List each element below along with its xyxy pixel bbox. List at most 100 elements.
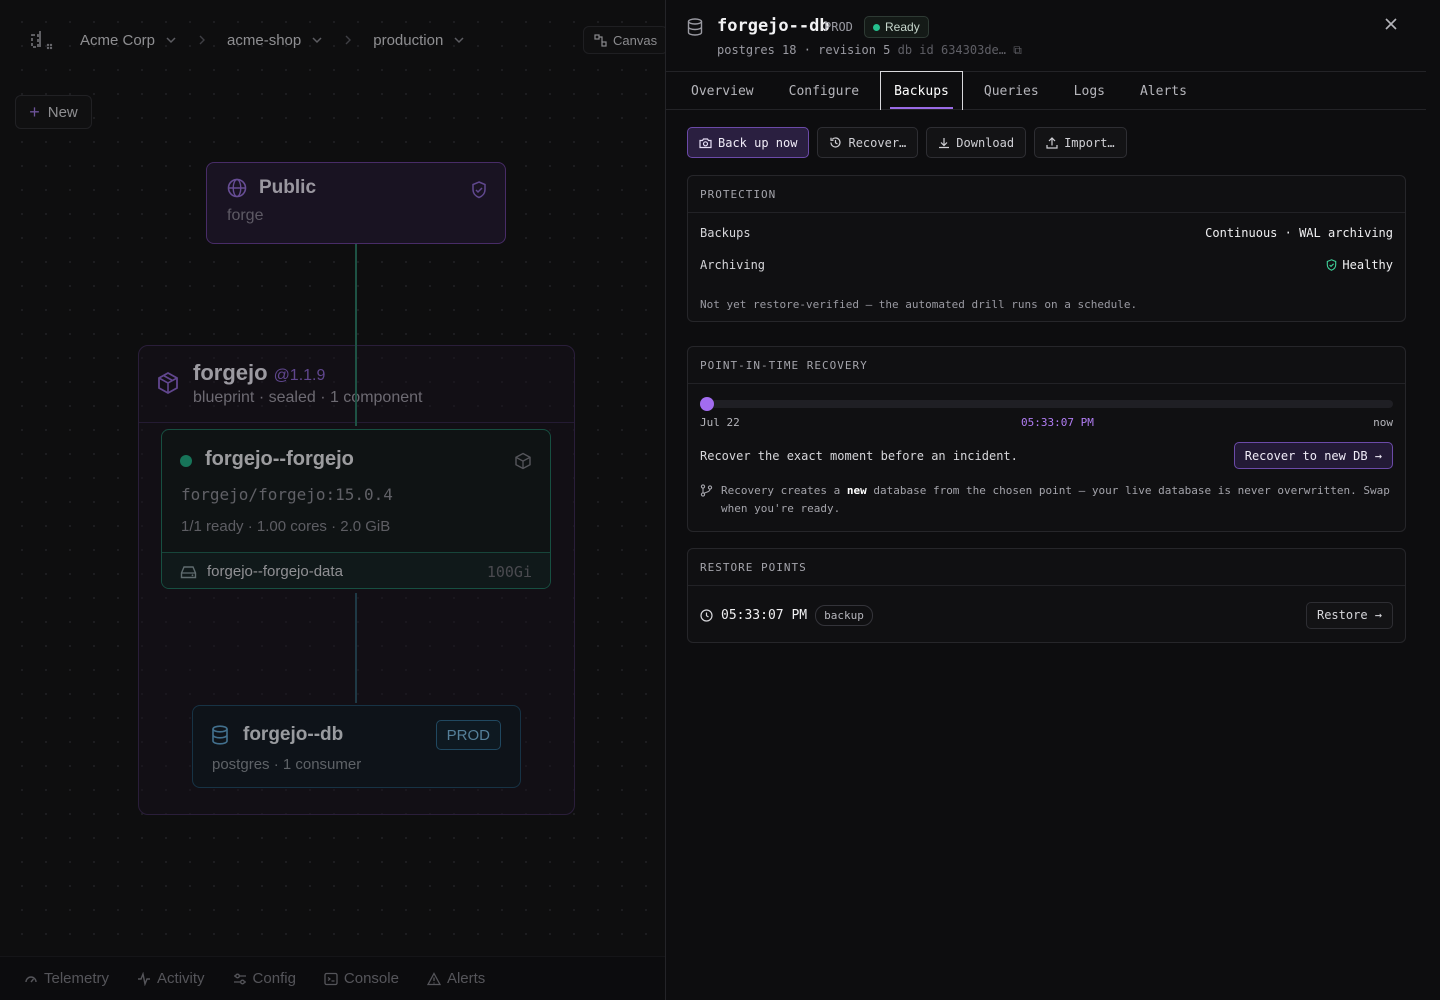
public-node-label: Public: [259, 177, 317, 198]
archiving-value: Healthy: [1342, 258, 1393, 272]
db-node[interactable]: forgejo--db PROD postgres · 1 consumer: [192, 705, 521, 788]
canvas[interactable]: Acme Corp acme-shop production Canvas + …: [0, 0, 665, 1000]
chevron-down-icon: [165, 34, 177, 46]
blueprint-version: @1.1.9: [273, 367, 326, 384]
shield-check-icon: [1326, 259, 1337, 271]
archiving-status: Healthy: [1326, 258, 1393, 272]
back-up-now-button[interactable]: Back up now: [687, 127, 810, 158]
pitr-info-prefix: Recovery creates a: [721, 484, 847, 497]
canvas-view-button[interactable]: Canvas: [583, 26, 665, 54]
breadcrumb-project-label: acme-shop: [227, 31, 302, 49]
camera-icon: [699, 137, 712, 149]
import-button[interactable]: Import…: [1034, 127, 1127, 158]
database-icon: [687, 18, 703, 36]
breadcrumb-org-label: Acme Corp: [80, 31, 156, 49]
top-bar: Acme Corp acme-shop production: [0, 0, 665, 80]
pitr-start-label: Jul 22: [700, 416, 740, 429]
public-node[interactable]: Public forge: [206, 162, 506, 244]
breadcrumb-org[interactable]: Acme Corp: [80, 32, 177, 49]
terminal-icon: [324, 972, 338, 986]
db-node-title: forgejo--db: [243, 724, 344, 745]
breadcrumb-env-label: production: [373, 31, 444, 49]
bottom-tab-telemetry[interactable]: Telemetry: [24, 970, 109, 987]
bottom-tab-config[interactable]: Config: [233, 970, 296, 987]
bottom-tab-label: Telemetry: [44, 970, 110, 987]
activity-icon: [137, 971, 151, 986]
pitr-card: POINT-IN-TIME RECOVERY Jul 22 05:33:07 P…: [687, 346, 1406, 532]
container-icon: [514, 452, 532, 470]
tab-configure[interactable]: Configure: [782, 72, 866, 110]
close-icon: [1385, 18, 1397, 30]
chevron-down-icon: [453, 34, 465, 46]
bottom-tab-label: Console: [343, 970, 399, 987]
database-icon: [211, 725, 229, 745]
panel-title: forgejo--db: [717, 16, 830, 36]
tab-backups[interactable]: Backups: [880, 71, 963, 110]
panel-meta: postgres 18 · revision 5 db id 634303de……: [717, 43, 1022, 58]
close-button[interactable]: [1384, 17, 1398, 31]
blueprint-title: forgejo @1.1.9: [193, 360, 325, 386]
chevron-down-icon: [311, 34, 323, 46]
breadcrumb-project[interactable]: acme-shop: [227, 32, 323, 49]
protection-heading: PROTECTION: [688, 176, 1405, 213]
bottom-tab-label: Alerts: [446, 970, 486, 987]
pitr-slider[interactable]: [700, 397, 1393, 411]
panel-tabs: Overview Configure Backups Queries Logs …: [666, 71, 1426, 110]
db-id: db id 634303de…: [897, 43, 1006, 57]
blueprint-name: forgejo: [193, 360, 268, 385]
public-node-subtitle: forge: [227, 207, 264, 224]
restore-points-card: RESTORE POINTS 05:33:07 PM backup Restor…: [687, 548, 1406, 643]
tab-queries[interactable]: Queries: [977, 72, 1046, 110]
pitr-info-bold: new: [846, 484, 867, 497]
hard-drive-icon: [180, 565, 197, 579]
pitr-slider-thumb[interactable]: [700, 397, 714, 411]
protection-note: Not yet restore-verified — the automated…: [700, 298, 1138, 311]
detail-panel: forgejo--db PROD Ready postgres 18 · rev…: [665, 0, 1440, 1000]
service-node-title: forgejo--forgejo: [205, 448, 354, 470]
pitr-end-label: now: [1373, 416, 1393, 429]
chevron-right-icon: [197, 34, 207, 46]
chevron-right-icon: [343, 34, 353, 46]
volume-row[interactable]: forgejo--forgejo-data 100Gi: [162, 552, 550, 588]
restore-point-time: 05:33:07 PM: [721, 607, 808, 623]
service-node-forgejo[interactable]: forgejo--forgejo forgejo/forgejo:15.0.4 …: [161, 429, 551, 589]
pitr-info: Recovery creates a new database from the…: [700, 482, 1393, 518]
bottom-tab-label: Config: [252, 970, 296, 987]
bottom-tab-alerts[interactable]: Alerts: [426, 970, 486, 987]
pitr-info-text: Recovery creates a new database from the…: [721, 482, 1393, 518]
archiving-row: Archiving Healthy: [700, 258, 1393, 272]
tab-alerts[interactable]: Alerts: [1133, 72, 1194, 110]
tab-overview[interactable]: Overview: [684, 72, 761, 110]
breadcrumb-environment[interactable]: production: [373, 32, 465, 49]
tab-logs[interactable]: Logs: [1067, 72, 1112, 110]
recover-label: Recover…: [848, 135, 907, 150]
restore-point-tag: backup: [815, 604, 873, 626]
copy-icon[interactable]: ⧉: [1013, 43, 1022, 57]
bottom-tab-console[interactable]: Console: [324, 970, 399, 987]
status-badge: Ready: [864, 16, 929, 38]
globe-icon: [227, 178, 247, 198]
download-button[interactable]: Download: [926, 127, 1027, 158]
package-icon: [157, 371, 179, 395]
restore-points-heading: RESTORE POINTS: [688, 549, 1405, 586]
backups-row: Backups Continuous · WAL archiving: [700, 226, 1393, 240]
canvas-icon: [594, 33, 607, 47]
backups-value: Continuous · WAL archiving: [1205, 226, 1393, 240]
new-button-label: New: [47, 103, 78, 121]
blueprint-subtitle: blueprint · sealed · 1 component: [193, 389, 423, 406]
recover-button[interactable]: Recover…: [817, 127, 919, 158]
shield-check-icon: [471, 181, 487, 199]
history-icon: [829, 136, 842, 149]
bottom-tab-activity[interactable]: Activity: [137, 970, 205, 987]
service-image: forgejo/forgejo:15.0.4: [181, 485, 393, 504]
import-label: Import…: [1064, 135, 1115, 150]
clock-icon: [700, 608, 713, 622]
recover-to-new-db-button[interactable]: Recover to new DB →: [1233, 442, 1393, 469]
logo-icon[interactable]: [28, 27, 54, 53]
restore-button[interactable]: Restore →: [1305, 601, 1393, 629]
canvas-view-label: Canvas: [613, 32, 658, 48]
download-label: Download: [956, 135, 1015, 150]
bottom-tab-label: Activity: [157, 970, 205, 987]
new-button[interactable]: + New: [15, 95, 92, 129]
protection-card: PROTECTION Backups Continuous · WAL arch…: [687, 175, 1406, 322]
